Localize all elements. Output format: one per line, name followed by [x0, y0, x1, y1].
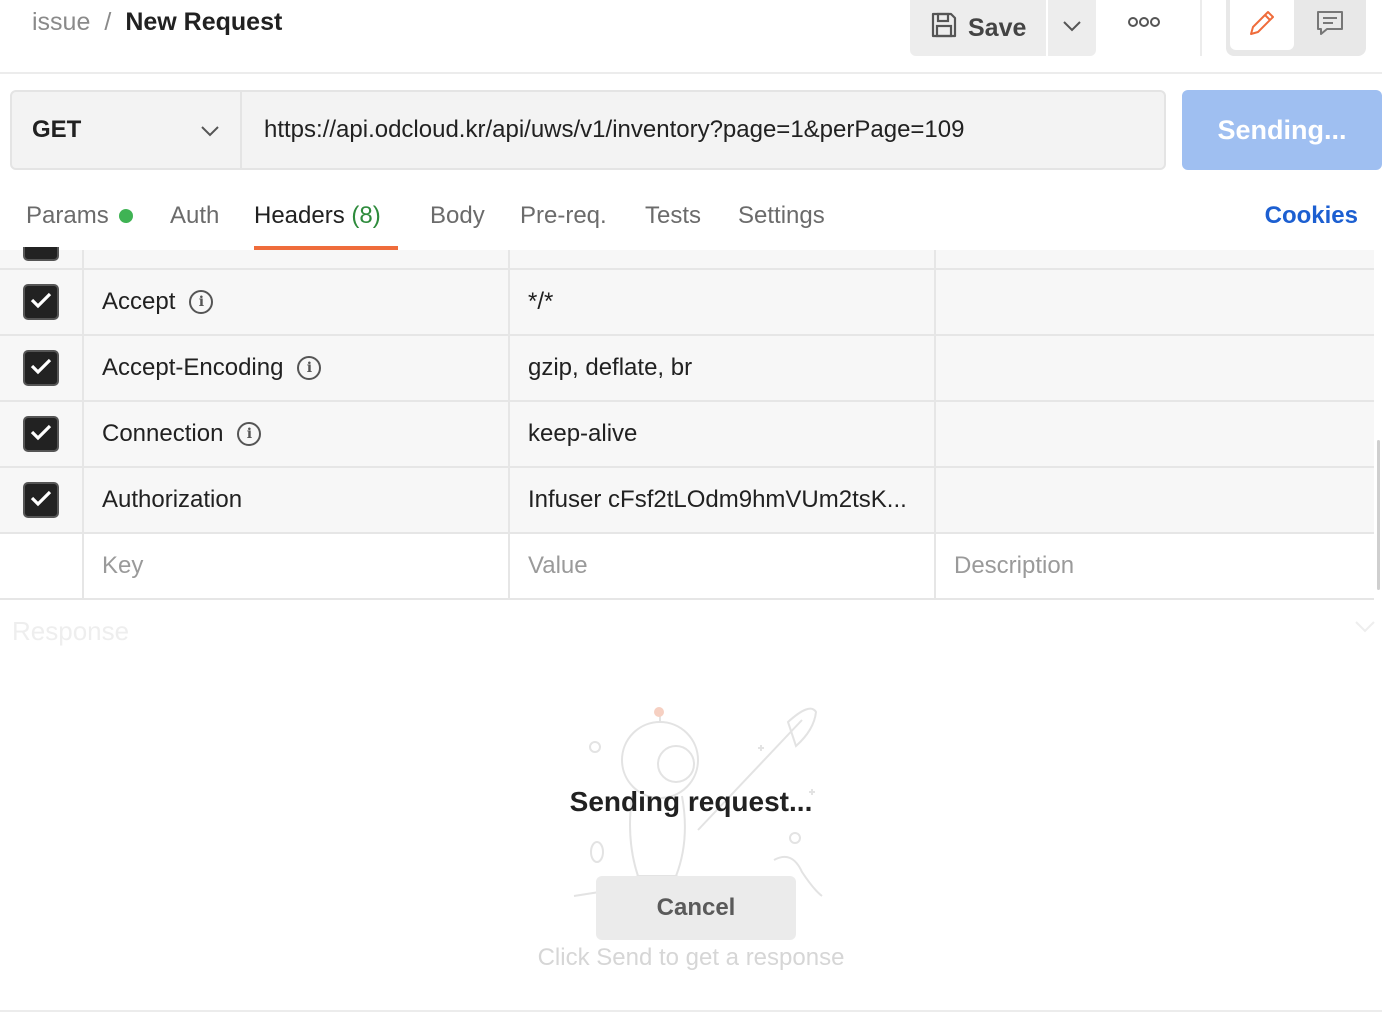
info-icon[interactable]: i [189, 290, 214, 314]
save-options-button[interactable] [1048, 0, 1096, 56]
checkmark-icon [30, 420, 52, 448]
response-label: Response [12, 616, 130, 646]
chevron-down-icon [1062, 19, 1082, 37]
new-value-input[interactable]: Value [510, 534, 936, 598]
row-description-cell[interactable] [936, 402, 1374, 466]
table-row: Authorization Infuser cFsf2tLOdm9hmVUm2t… [0, 468, 1374, 534]
row-checkbox[interactable] [23, 482, 59, 518]
method-select[interactable]: GET [12, 92, 242, 168]
save-icon [930, 11, 958, 46]
response-hint: Click Send to get a response [537, 944, 845, 971]
edit-mode-button[interactable] [1230, 0, 1294, 50]
row-value-cell[interactable] [510, 250, 936, 268]
send-button[interactable]: Sending... [1182, 90, 1382, 170]
table-row-new: Key Value Description [0, 534, 1374, 600]
header-key: Authorization [102, 486, 243, 513]
row-description-cell[interactable] [936, 336, 1374, 400]
chevron-down-icon [200, 116, 220, 144]
table-row: Connection i keep-alive [0, 402, 1374, 468]
row-checkbox-cell [0, 534, 84, 598]
tab-settings[interactable]: Settings [738, 202, 825, 230]
tab-prereq[interactable]: Pre-req. [520, 202, 607, 230]
url-input[interactable]: https://api.odcloud.kr/api/uws/v1/invent… [242, 92, 1164, 168]
tab-auth[interactable]: Auth [170, 202, 219, 230]
more-icon [1128, 15, 1160, 33]
row-checkbox[interactable] [23, 247, 59, 261]
row-key-cell[interactable]: Accept-Encoding i [84, 336, 510, 400]
header-value[interactable]: */* [510, 270, 936, 334]
pencil-icon [1246, 7, 1278, 44]
headers-table: Accept i */* Accept-Encoding i gzip, def… [0, 247, 1374, 600]
tab-headers[interactable]: Headers (8) [254, 202, 381, 230]
row-checkbox[interactable] [23, 284, 59, 320]
table-row: Accept i */* [0, 270, 1374, 336]
params-indicator-dot [118, 209, 133, 223]
table-row: Accept-Encoding i gzip, deflate, br [0, 336, 1374, 402]
table-row [0, 247, 1374, 270]
header-value[interactable]: Infuser cFsf2tLOdm9hmVUm2tsK... [510, 468, 936, 532]
header-key: Accept [102, 288, 176, 315]
request-name[interactable]: New Request [125, 8, 282, 37]
cookies-link[interactable]: Cookies [1265, 202, 1358, 230]
row-checkbox-cell [0, 402, 84, 466]
row-description-cell[interactable] [936, 468, 1374, 532]
tab-headers-label: Headers [254, 202, 345, 229]
comment-mode-button[interactable] [1298, 0, 1362, 50]
request-tabs: Params Auth Headers (8) Body Pre-req. Te… [0, 190, 1382, 250]
row-checkbox[interactable] [23, 416, 59, 452]
header-key: Connection [102, 420, 224, 447]
more-actions-button[interactable] [1118, 6, 1170, 42]
info-icon[interactable]: i [297, 356, 322, 380]
row-description-cell[interactable] [936, 250, 1374, 268]
tab-params[interactable]: Params [26, 202, 133, 230]
header-value[interactable]: keep-alive [510, 402, 936, 466]
save-label: Save [968, 13, 1027, 42]
method-label: GET [32, 116, 82, 143]
save-button[interactable]: Save [910, 0, 1046, 56]
comment-icon [1315, 8, 1345, 43]
row-checkbox-cell [0, 336, 84, 400]
row-checkbox[interactable] [23, 350, 59, 386]
cancel-button[interactable]: Cancel [596, 876, 796, 940]
tab-body[interactable]: Body [430, 202, 485, 230]
row-key-cell[interactable]: Authorization [84, 468, 510, 532]
header-value[interactable]: gzip, deflate, br [510, 336, 936, 400]
bottom-divider [0, 1010, 1382, 1012]
row-checkbox-cell [0, 468, 84, 532]
checkmark-icon [30, 288, 52, 316]
breadcrumb: issue / New Request [32, 8, 282, 37]
breadcrumb-collection[interactable]: issue [32, 8, 90, 37]
tab-tests[interactable]: Tests [645, 202, 701, 230]
row-description-cell[interactable] [936, 270, 1374, 334]
row-key-cell[interactable]: Connection i [84, 402, 510, 466]
row-checkbox-cell [0, 270, 84, 334]
url-bar: GET https://api.odcloud.kr/api/uws/v1/in… [10, 90, 1166, 170]
table-scrollbar[interactable] [1377, 440, 1380, 590]
row-key-cell[interactable]: Accept i [84, 270, 510, 334]
header-key: Accept-Encoding [102, 354, 284, 381]
toolbar-divider [1200, 0, 1202, 56]
new-description-input[interactable]: Description [936, 534, 1374, 598]
breadcrumb-separator: / [104, 8, 112, 36]
checkmark-icon [30, 354, 52, 382]
new-key-input[interactable]: Key [84, 534, 510, 598]
sending-status: Sending request... [569, 786, 813, 817]
headers-count-badge: (8) [351, 202, 381, 229]
tab-params-label: Params [26, 202, 109, 229]
info-icon[interactable]: i [237, 422, 262, 446]
view-mode-toggle [1226, 0, 1366, 56]
checkmark-icon [30, 486, 52, 514]
row-checkbox-cell [0, 247, 84, 268]
chevron-down-icon[interactable] [1354, 620, 1376, 639]
row-key-cell[interactable] [84, 250, 510, 268]
request-header: issue / New Request Save [0, 0, 1382, 74]
